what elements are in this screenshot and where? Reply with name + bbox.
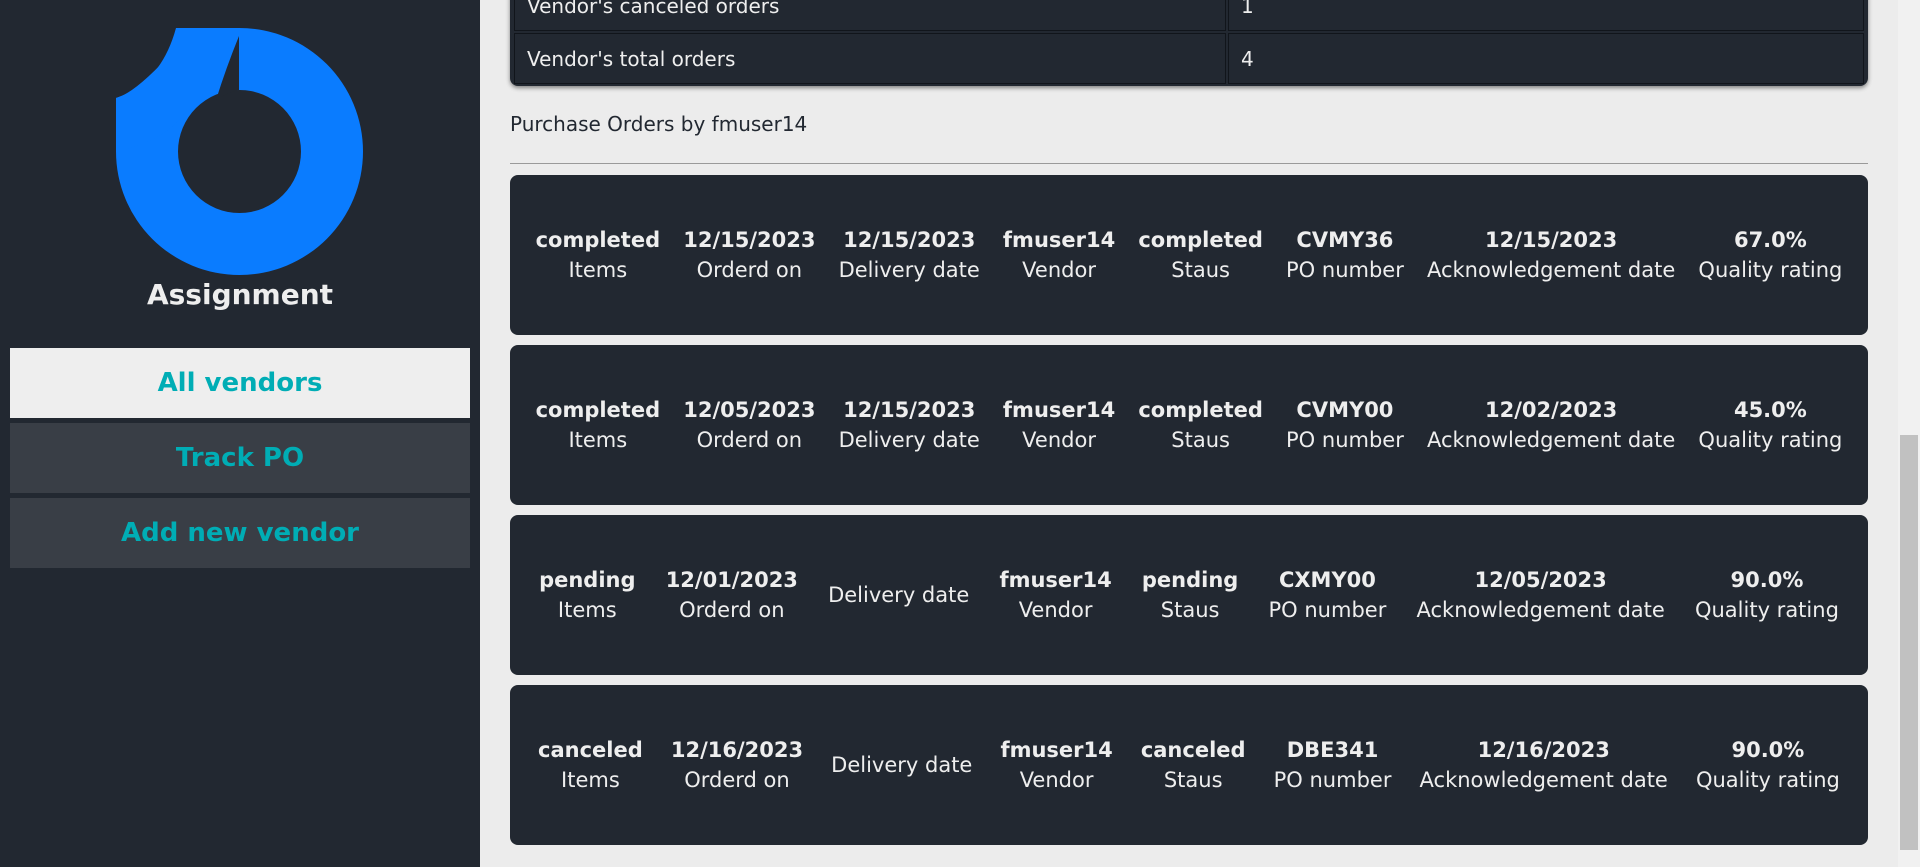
po-delivery-date: 12/15/2023 Delivery date bbox=[838, 228, 980, 282]
po-ack-date: 12/16/2023 Acknowledgement date bbox=[1419, 738, 1668, 792]
po-ack-date: 12/15/2023 Acknowledgement date bbox=[1426, 228, 1676, 282]
po-number: DBE341 PO number bbox=[1273, 738, 1392, 792]
po-quality-rating: 90.0% Quality rating bbox=[1694, 568, 1839, 622]
po-delivery-date: Delivery date bbox=[828, 583, 970, 607]
po-vendor: fmuser14 Vendor bbox=[1000, 738, 1113, 792]
po-vendor: fmuser14 Vendor bbox=[999, 568, 1112, 622]
section-title: Purchase Orders by fmuser14 bbox=[510, 112, 808, 136]
po-delivery-date: Delivery date bbox=[831, 753, 973, 777]
sidebar: Assignment All vendors Track PO Add new … bbox=[0, 0, 480, 867]
nav-all-vendors[interactable]: All vendors bbox=[10, 348, 470, 418]
stats-label: Vendor's canceled orders bbox=[514, 0, 1226, 31]
po-card[interactable]: pending Items 12/01/2023 Orderd on Deliver… bbox=[510, 515, 1868, 675]
brand-name: Assignment bbox=[146, 278, 334, 311]
po-number: CXMY00 PO number bbox=[1268, 568, 1387, 622]
po-ordered-on: 12/16/2023 Orderd on bbox=[670, 738, 804, 792]
stats-value: 4 bbox=[1228, 33, 1864, 84]
vendor-stats-table: Vendor's canceled orders 1 Vendor's tota… bbox=[510, 0, 1868, 86]
nav-add-new-vendor[interactable]: Add new vendor bbox=[10, 498, 470, 568]
po-quality-rating: 90.0% Quality rating bbox=[1695, 738, 1840, 792]
po-items: completed Items bbox=[535, 398, 661, 452]
brand-logo bbox=[116, 28, 363, 275]
po-status: canceled Staus bbox=[1140, 738, 1246, 792]
po-delivery-date: 12/15/2023 Delivery date bbox=[838, 398, 980, 452]
nav-track-po[interactable]: Track PO bbox=[10, 423, 470, 493]
po-ack-date: 12/02/2023 Acknowledgement date bbox=[1426, 398, 1676, 452]
stats-label: Vendor's total orders bbox=[514, 33, 1226, 84]
po-vendor: fmuser14 Vendor bbox=[1002, 228, 1116, 282]
scrollbar-thumb[interactable] bbox=[1900, 435, 1918, 850]
po-card[interactable]: completed Items 12/15/2023 Orderd on 12/15… bbox=[510, 175, 1868, 335]
po-number: CVMY00 PO number bbox=[1286, 398, 1404, 452]
po-ordered-on: 12/01/2023 Orderd on bbox=[665, 568, 798, 622]
po-card[interactable]: completed Items 12/05/2023 Orderd on 12/15… bbox=[510, 345, 1868, 505]
stats-value: 1 bbox=[1228, 0, 1864, 31]
po-status: completed Staus bbox=[1138, 228, 1263, 282]
po-status: pending Staus bbox=[1141, 568, 1239, 622]
po-items: canceled Items bbox=[538, 738, 643, 792]
stats-row: Vendor's total orders 4 bbox=[514, 33, 1864, 84]
po-ordered-on: 12/15/2023 Orderd on bbox=[683, 228, 816, 282]
po-status: completed Staus bbox=[1138, 398, 1263, 452]
po-items: pending Items bbox=[539, 568, 636, 622]
po-number: CVMY36 PO number bbox=[1286, 228, 1404, 282]
po-quality-rating: 67.0% Quality rating bbox=[1698, 228, 1843, 282]
po-items: completed Items bbox=[535, 228, 661, 282]
po-ack-date: 12/05/2023 Acknowledgement date bbox=[1416, 568, 1665, 622]
po-vendor: fmuser14 Vendor bbox=[1002, 398, 1116, 452]
po-quality-rating: 45.0% Quality rating bbox=[1698, 398, 1843, 452]
stats-row: Vendor's canceled orders 1 bbox=[514, 0, 1864, 31]
po-ordered-on: 12/05/2023 Orderd on bbox=[683, 398, 816, 452]
po-card[interactable]: canceled Items 12/16/2023 Orderd on Delive… bbox=[510, 685, 1868, 845]
divider bbox=[510, 163, 1868, 164]
